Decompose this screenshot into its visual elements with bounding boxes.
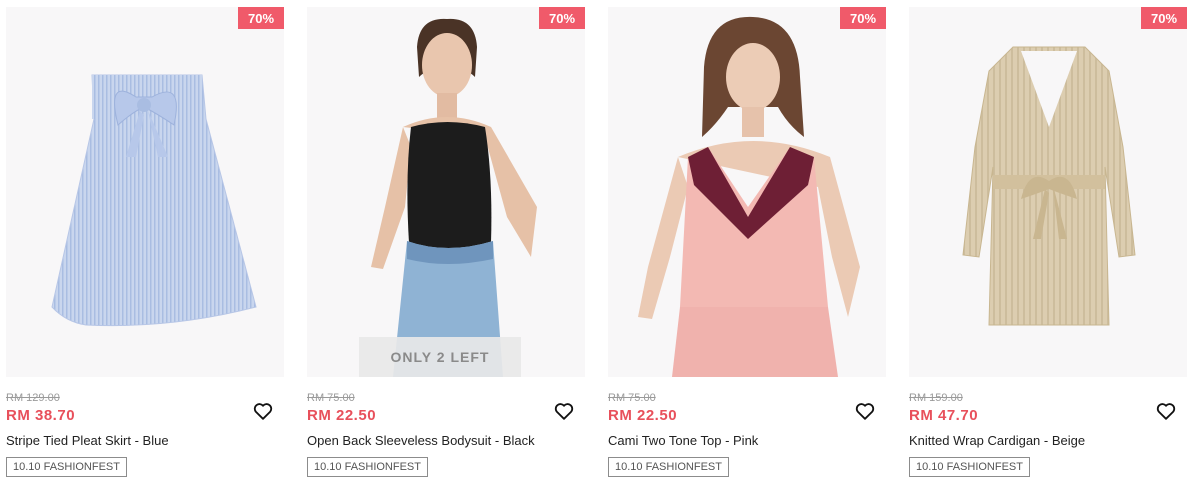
product-name[interactable]: Cami Two Tone Top - Pink (608, 433, 758, 448)
product-image[interactable] (909, 7, 1187, 377)
discount-badge: 70% (1141, 7, 1187, 29)
product-image[interactable] (307, 7, 585, 377)
low-stock-banner: ONLY 2 LEFT (359, 337, 521, 377)
promo-tag: 10.10 FASHIONFEST (6, 457, 127, 477)
cami-top-model-image (638, 16, 860, 377)
product-name[interactable]: Open Back Sleeveless Bodysuit - Black (307, 433, 535, 448)
product-card[interactable]: 70% RM 159.00 RM 47.70 Knitted Wrap Card… (903, 0, 1191, 483)
product-card[interactable]: 70% RM 75.00 RM 22.50 Cami Two Tone Top … (602, 0, 890, 483)
sale-price: RM 38.70 (6, 407, 76, 424)
sale-price: RM 22.50 (307, 407, 377, 424)
promo-tag: 10.10 FASHIONFEST (909, 457, 1030, 477)
discount-badge: 70% (238, 7, 284, 29)
heart-outline-icon (253, 403, 273, 420)
wishlist-button[interactable] (854, 400, 876, 422)
original-price: RM 75.00 (307, 392, 355, 404)
product-name[interactable]: Stripe Tied Pleat Skirt - Blue (6, 433, 169, 448)
cardigan-image (962, 46, 1136, 326)
original-price: RM 129.00 (6, 392, 60, 404)
promo-tag: 10.10 FASHIONFEST (307, 457, 428, 477)
original-price: RM 75.00 (608, 392, 656, 404)
wishlist-button[interactable] (252, 400, 274, 422)
original-price: RM 159.00 (909, 392, 963, 404)
product-grid: 70% RM 129.00 RM 38.70 Stripe Tied Pleat… (0, 0, 1200, 483)
skirt-image (51, 74, 257, 327)
product-image[interactable] (6, 7, 284, 377)
promo-tag: 10.10 FASHIONFEST (608, 457, 729, 477)
wishlist-button[interactable] (1155, 400, 1177, 422)
product-name[interactable]: Knitted Wrap Cardigan - Beige (909, 433, 1085, 448)
product-card[interactable]: 70% RM 129.00 RM 38.70 Stripe Tied Pleat… (0, 0, 288, 483)
heart-outline-icon (855, 403, 875, 420)
discount-badge: 70% (539, 7, 585, 29)
sale-price: RM 47.70 (909, 407, 979, 424)
product-card[interactable]: 70% ONLY 2 LEFT RM 75.00 RM 22.50 Open B… (301, 0, 589, 483)
discount-badge: 70% (840, 7, 886, 29)
bodysuit-model-image (371, 18, 537, 377)
sale-price: RM 22.50 (608, 407, 678, 424)
product-image[interactable] (608, 7, 886, 377)
heart-outline-icon (1156, 403, 1176, 420)
heart-outline-icon (554, 403, 574, 420)
wishlist-button[interactable] (553, 400, 575, 422)
